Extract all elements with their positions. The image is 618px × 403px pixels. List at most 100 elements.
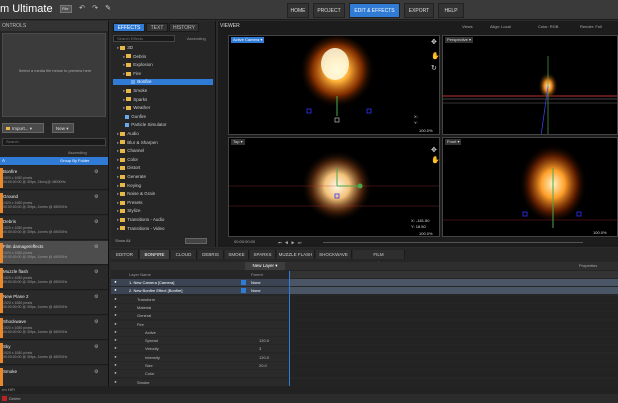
expand-arrow-icon[interactable]: ▸: [123, 54, 125, 59]
expand-arrow-icon[interactable]: ▸: [117, 200, 119, 205]
effects-tree-item[interactable]: ▸ Blur & Sharpen: [113, 140, 158, 146]
layer-row[interactable]: ● Velocity 3: [111, 345, 289, 353]
layer-row[interactable]: ● Color: [111, 370, 289, 378]
visibility-icon[interactable]: ●: [113, 345, 118, 350]
visibility-icon[interactable]: ●: [113, 312, 118, 317]
expand-arrow-icon[interactable]: ▸: [117, 148, 119, 153]
viewport-label-perspective[interactable]: Perspective ▾: [445, 37, 474, 43]
expand-arrow-icon[interactable]: [123, 122, 124, 127]
layer-track[interactable]: [289, 370, 618, 378]
effects-tree-item[interactable]: ▸ Presets: [113, 200, 143, 206]
media-search-input[interactable]: Search: [2, 138, 106, 146]
layer-row[interactable]: ● Transform: [111, 295, 289, 303]
visibility-icon[interactable]: ●: [113, 329, 118, 334]
timeline-tab[interactable]: SMOKE: [225, 250, 249, 259]
delete-icon[interactable]: [2, 396, 7, 402]
expand-arrow-icon[interactable]: ▸: [123, 62, 125, 67]
effects-tree-item[interactable]: Particle Simulator: [113, 122, 167, 128]
effects-show-all[interactable]: Show All: [115, 238, 130, 243]
effects-tree-item[interactable]: ▸ Debris: [113, 54, 146, 60]
timeline-tab[interactable]: SPARKS: [250, 250, 276, 259]
effects-tree-item[interactable]: ▸ Color: [113, 157, 138, 163]
timeline-tab[interactable]: SHOCKWAVE: [316, 250, 352, 259]
effects-tree-item[interactable]: ▸ Transitions - Video: [113, 226, 165, 232]
tab-history[interactable]: HISTORY: [169, 23, 199, 32]
expand-arrow-icon[interactable]: ▸: [117, 174, 119, 179]
new-layer-button[interactable]: New Layer ▾: [245, 262, 285, 270]
timeline-tab[interactable]: DEBRIS: [198, 250, 224, 259]
top-move-icon[interactable]: ✥: [431, 146, 437, 154]
file-menu[interactable]: File: [60, 5, 72, 13]
align-dropdown[interactable]: Align: Local: [490, 24, 511, 29]
media-list-item[interactable]: Muzzle flash 1920 x 1080 pixels 00:00:00:0…: [0, 266, 108, 290]
gear-icon[interactable]: ⚙: [94, 169, 98, 175]
top-zoom[interactable]: 100.0%: [419, 231, 433, 236]
visibility-icon[interactable]: ●: [113, 379, 118, 384]
layer-link-icon[interactable]: [241, 288, 246, 294]
layer-row[interactable]: ● General: [111, 312, 289, 320]
expand-arrow-icon[interactable]: ▸: [117, 191, 119, 196]
render-dropdown[interactable]: Render: Full: [580, 24, 602, 29]
visibility-icon[interactable]: ●: [113, 279, 118, 284]
layer-row[interactable]: ● Smoke: [111, 378, 289, 386]
nav-edit-effects[interactable]: EDIT & EFFECTS: [349, 3, 400, 18]
layer-track[interactable]: [289, 295, 618, 303]
gear-icon[interactable]: ⚙: [94, 269, 98, 275]
layer-row[interactable]: ● 1. New Camera [Camera] None: [111, 279, 289, 286]
layer-track[interactable]: [289, 312, 618, 320]
media-list-item[interactable]: Shockwave 1920 x 1080 pixels 00:00:00:00 @…: [0, 316, 108, 340]
effects-tree-item[interactable]: ▸ 3D: [113, 45, 133, 51]
effects-tree-item[interactable]: ▸ Keying: [113, 183, 141, 189]
visibility-icon[interactable]: ●: [113, 287, 118, 292]
tab-text[interactable]: TEXT: [146, 23, 168, 32]
wrench-icon[interactable]: ✎: [104, 5, 112, 13]
expand-arrow-icon[interactable]: [129, 79, 130, 84]
nav-home[interactable]: HOME: [287, 3, 309, 18]
views-dropdown[interactable]: Views: [462, 24, 473, 29]
new-button[interactable]: New ▾: [52, 123, 74, 133]
properties-label[interactable]: Properties: [579, 263, 597, 268]
layer-value[interactable]: 20.0: [259, 362, 267, 369]
expand-arrow-icon[interactable]: ▸: [117, 208, 119, 213]
timeline-ruler[interactable]: [289, 271, 618, 278]
effects-tree-item[interactable]: Gunfire: [113, 114, 146, 120]
viewport-label-top[interactable]: Top ▾: [231, 139, 245, 145]
color-dropdown[interactable]: Color: RGB: [538, 24, 558, 29]
effects-tree-item[interactable]: ▸ Noise & Grain: [113, 191, 155, 197]
layer-track[interactable]: [289, 279, 618, 286]
gear-icon[interactable]: ⚙: [94, 344, 98, 350]
viewport-top[interactable]: Top ▾ X: -181.50 Y: 18.50 100.0%: [228, 137, 440, 237]
nav-project[interactable]: PROJECT: [313, 3, 345, 18]
timeline-tab[interactable]: MUZZLE FLASH: [277, 250, 315, 259]
move-icon[interactable]: ✥: [431, 38, 437, 46]
layer-track[interactable]: [289, 353, 618, 361]
visibility-icon[interactable]: ●: [113, 337, 118, 342]
effects-tree-item[interactable]: ▸ Weather: [113, 105, 150, 111]
expand-arrow-icon[interactable]: [123, 114, 124, 119]
expand-arrow-icon[interactable]: ▸: [117, 217, 119, 222]
gear-icon[interactable]: ⚙: [94, 319, 98, 325]
effects-tree-item[interactable]: ▸ Smoke: [113, 88, 147, 94]
expand-arrow-icon[interactable]: ▸: [123, 71, 125, 76]
layer-track[interactable]: [289, 345, 618, 353]
visibility-icon[interactable]: ●: [113, 296, 118, 301]
gear-icon[interactable]: ⚙: [94, 194, 98, 200]
expand-arrow-icon[interactable]: ▸: [117, 131, 119, 136]
effects-tree-item[interactable]: ▸ Sparks: [113, 97, 147, 103]
viewer-scrubber[interactable]: [323, 242, 583, 243]
expand-arrow-icon[interactable]: ▸: [117, 140, 119, 145]
media-list-item[interactable]: Ground 1920 x 1080 pixels 00:00:00:00 @ 30…: [0, 191, 108, 215]
layer-parent[interactable]: None: [251, 279, 261, 286]
effects-sort-label[interactable]: Ascending: [187, 36, 206, 41]
rotate-icon[interactable]: ↻: [431, 64, 437, 72]
visibility-icon[interactable]: ●: [113, 370, 118, 375]
layer-track[interactable]: [289, 320, 618, 328]
layer-row[interactable]: ● 2. New Bonfire Effect [Bonfire] None: [111, 287, 289, 295]
effects-search-input[interactable]: Search Effects: [113, 35, 175, 42]
expand-arrow-icon[interactable]: ▸: [117, 165, 119, 170]
media-sort-label[interactable]: Ascending: [68, 149, 87, 156]
media-list-item[interactable]: Film damage/effects 1920 x 1080 pixels 00:…: [0, 241, 108, 265]
media-list-item[interactable]: Debris 1920 x 1080 pixels 00:00:00:00 @ 30…: [0, 216, 108, 240]
expand-arrow-icon[interactable]: ▸: [123, 97, 125, 102]
visibility-icon[interactable]: ●: [113, 362, 118, 367]
